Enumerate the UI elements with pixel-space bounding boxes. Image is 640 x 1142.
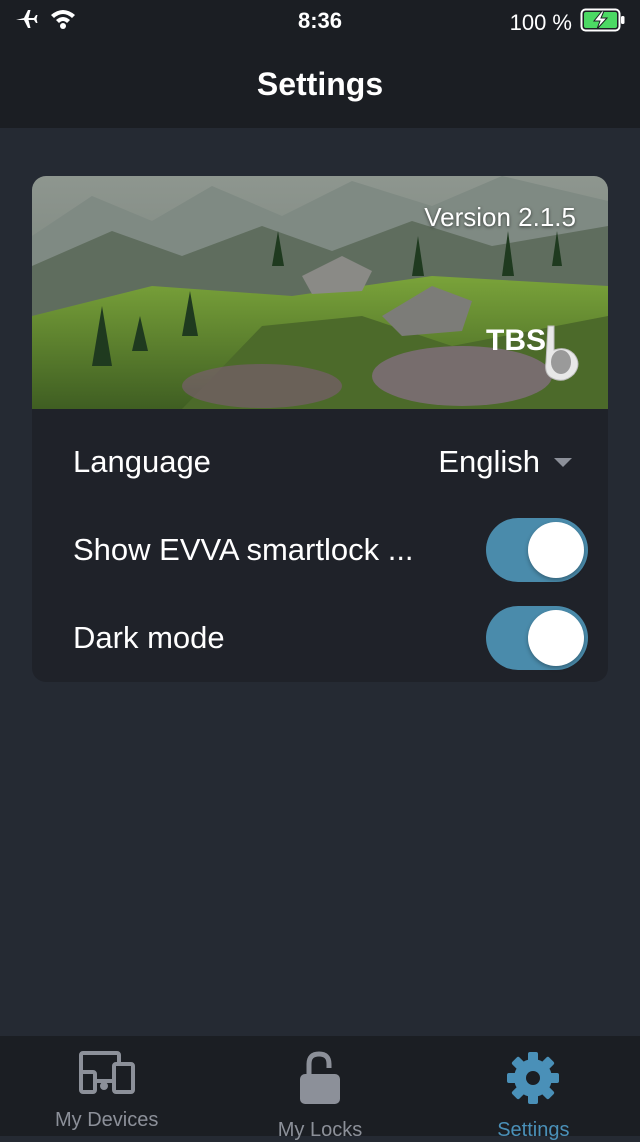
language-dropdown[interactable]: English <box>438 444 588 480</box>
tab-bar: My Devices My Locks Settings <box>0 1036 640 1141</box>
toggle-knob <box>528 610 584 666</box>
status-bar: 8:36 100 % <box>0 0 640 40</box>
devices-icon <box>78 1050 136 1101</box>
tbs-logo-text: TBS <box>486 324 546 357</box>
version-label: Version 2.1.5 <box>424 202 576 232</box>
tab-label: My Locks <box>277 1119 363 1141</box>
dark-mode-label: Dark mode <box>73 620 225 655</box>
page-title: Settings <box>256 65 384 102</box>
tab-my-devices[interactable]: My Devices <box>0 1036 213 1136</box>
tab-label: Settings <box>497 1119 570 1141</box>
dark-mode-row: Dark mode <box>32 594 608 682</box>
toggle-knob <box>528 522 584 578</box>
lock-icon <box>297 1050 343 1111</box>
tab-settings[interactable]: Settings <box>427 1036 640 1141</box>
battery-charging-icon <box>580 8 626 38</box>
language-label: Language <box>73 444 211 479</box>
evva-label: Show EVVA smartlock ... <box>73 532 414 567</box>
tab-my-locks[interactable]: My Locks <box>213 1036 426 1141</box>
chevron-down-icon <box>554 457 572 467</box>
language-row[interactable]: Language English <box>32 418 608 506</box>
battery-percent: 100 % <box>509 10 572 35</box>
dark-mode-toggle[interactable] <box>486 606 588 670</box>
evva-row: Show EVVA smartlock ... <box>32 506 608 594</box>
settings-card: Version 2.1.5 TBS Language English Show … <box>32 176 608 682</box>
gear-icon <box>505 1050 561 1111</box>
language-value: English <box>438 444 540 479</box>
tab-label: My Devices <box>54 1109 159 1131</box>
nav-bar: Settings <box>0 40 640 128</box>
evva-toggle[interactable] <box>486 518 588 582</box>
banner-image: Version 2.1.5 TBS <box>32 176 608 409</box>
status-right: 100 % <box>510 8 626 38</box>
